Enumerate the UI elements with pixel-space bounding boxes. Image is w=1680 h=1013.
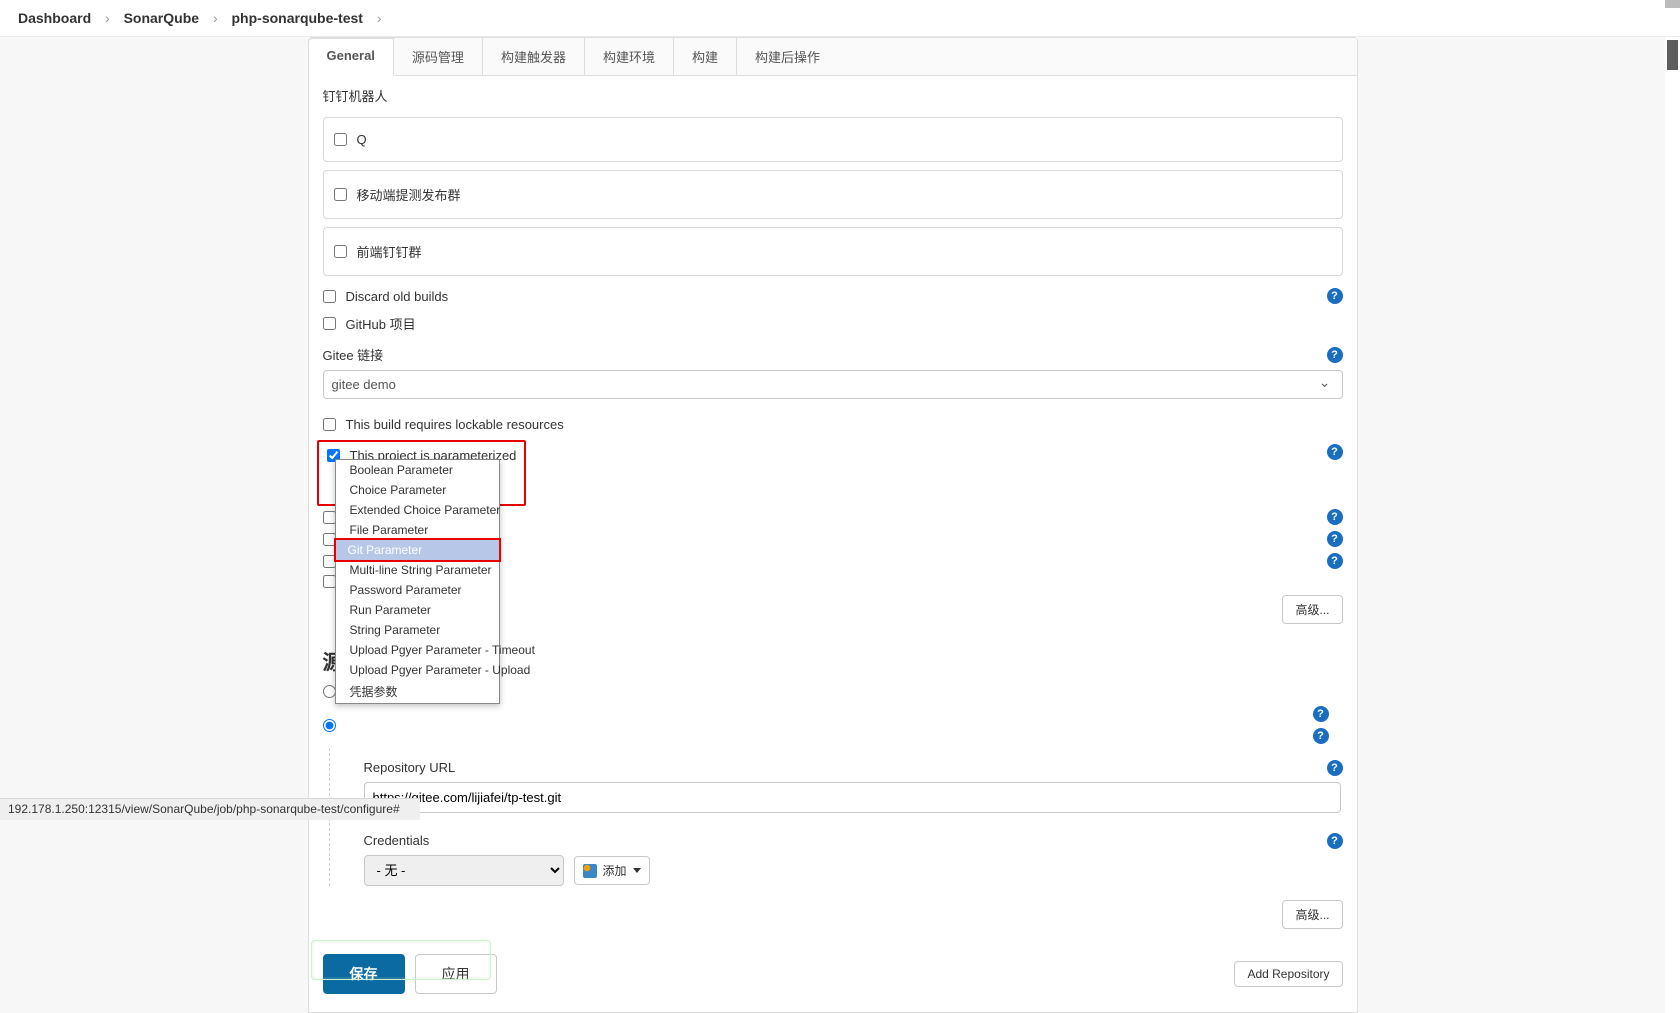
param-option-file[interactable]: File Parameter <box>336 520 499 540</box>
checkbox-frontend[interactable] <box>334 245 347 258</box>
tab-post[interactable]: 构建后操作 <box>737 38 838 75</box>
lockable-resources-label: This build requires lockable resources <box>346 417 564 432</box>
dingding-option-frontend[interactable]: 前端钉钉群 <box>323 227 1343 276</box>
checkbox-mobile[interactable] <box>334 188 347 201</box>
checkbox-discard-old-builds[interactable] <box>323 290 336 303</box>
checkbox-github-project[interactable] <box>323 317 336 330</box>
param-option-multiline[interactable]: Multi-line String Parameter <box>336 560 499 580</box>
help-icon[interactable]: ? <box>1327 444 1343 460</box>
param-option-boolean[interactable]: Boolean Parameter <box>336 460 499 480</box>
github-project-label: GitHub 项目 <box>346 314 416 333</box>
add-parameter-dropdown[interactable]: Boolean Parameter Choice Parameter Exten… <box>335 459 500 704</box>
help-icon[interactable]: ? <box>1327 531 1343 547</box>
dingding-option-label: 前端钉钉群 <box>357 242 422 261</box>
scrollbar-thumb[interactable] <box>1667 40 1678 70</box>
chevron-right-icon: › <box>203 10 228 26</box>
help-icon[interactable]: ? <box>1327 347 1343 363</box>
repository-url-label: Repository URL <box>364 760 456 776</box>
param-option-credentials[interactable]: 凭据参数 <box>336 680 499 703</box>
gitee-link-select[interactable]: gitee demo <box>323 370 1343 399</box>
param-option-password[interactable]: Password Parameter <box>336 580 499 600</box>
add-credentials-label: 添加 <box>603 862 627 879</box>
radio-scm-git[interactable] <box>323 719 336 732</box>
help-icon[interactable]: ? <box>1327 833 1343 849</box>
param-option-string[interactable]: String Parameter <box>336 620 499 640</box>
param-option-git[interactable]: Git Parameter <box>334 538 501 562</box>
dingding-option-label: 移动端提测发布群 <box>357 185 461 204</box>
dingding-option-label: Q <box>357 132 367 147</box>
key-icon <box>583 864 597 878</box>
help-icon[interactable]: ? <box>1313 706 1329 722</box>
tab-general[interactable]: General <box>309 38 394 76</box>
breadcrumb-item-dashboard[interactable]: Dashboard <box>18 10 91 26</box>
save-apply-highlight <box>311 940 491 980</box>
param-option-choice[interactable]: Choice Parameter <box>336 480 499 500</box>
breadcrumb-item-sonarqube[interactable]: SonarQube <box>124 10 199 26</box>
help-icon[interactable]: ? <box>1327 509 1343 525</box>
param-option-pgyer-upload[interactable]: Upload Pgyer Parameter - Upload <box>336 660 499 680</box>
help-icon[interactable]: ? <box>1327 288 1343 304</box>
browser-status-bar: 192.178.1.250:12315/view/SonarQube/job/p… <box>0 798 420 820</box>
advanced-button[interactable]: 高级... <box>1282 595 1342 624</box>
config-tabs: General 源码管理 构建触发器 构建环境 构建 构建后操作 <box>308 37 1358 76</box>
param-option-run[interactable]: Run Parameter <box>336 600 499 620</box>
help-icon[interactable]: ? <box>1327 760 1343 776</box>
config-panel: 钉钉机器人 Q 移动端提测发布群 前端钉钉群 Discard old build… <box>308 76 1358 1013</box>
gitee-link-label: Gitee 链接 <box>323 345 384 364</box>
footer-button-bar: 保存 应用 Add Repository <box>309 943 1357 1012</box>
help-icon[interactable]: ? <box>1313 728 1329 744</box>
repository-url-input[interactable] <box>364 782 1341 813</box>
dingding-option-mobile[interactable]: 移动端提测发布群 <box>323 170 1343 219</box>
tab-build[interactable]: 构建 <box>674 38 737 75</box>
credentials-select[interactable]: - 无 - <box>364 855 564 886</box>
add-repository-button[interactable]: Add Repository <box>1234 961 1342 987</box>
dingding-section-title: 钉钉机器人 <box>309 76 1357 109</box>
tab-triggers[interactable]: 构建触发器 <box>483 38 585 75</box>
discard-old-builds-label: Discard old builds <box>346 289 449 304</box>
chevron-right-icon: › <box>95 10 120 26</box>
checkbox-lockable-resources[interactable] <box>323 418 336 431</box>
scroll-up-track <box>1665 0 1680 8</box>
advanced-button-2[interactable]: 高级... <box>1282 900 1342 929</box>
add-credentials-button[interactable]: 添加 <box>574 856 650 885</box>
git-config-block: Repository URL ? Credentials ? - 无 - 添加 <box>329 748 1357 886</box>
param-option-extended-choice[interactable]: Extended Choice Parameter <box>336 500 499 520</box>
chevron-right-icon: › <box>367 10 392 26</box>
caret-down-icon <box>633 868 641 873</box>
breadcrumb: Dashboard › SonarQube › php-sonarqube-te… <box>0 0 1680 37</box>
help-icon[interactable]: ? <box>1327 553 1343 569</box>
credentials-label: Credentials <box>364 833 430 849</box>
breadcrumb-item-job[interactable]: php-sonarqube-test <box>232 10 363 26</box>
param-option-pgyer-timeout[interactable]: Upload Pgyer Parameter - Timeout <box>336 640 499 660</box>
tab-env[interactable]: 构建环境 <box>585 38 674 75</box>
checkbox-q[interactable] <box>334 133 347 146</box>
dingding-option-q[interactable]: Q <box>323 117 1343 162</box>
tab-scm[interactable]: 源码管理 <box>394 38 483 75</box>
